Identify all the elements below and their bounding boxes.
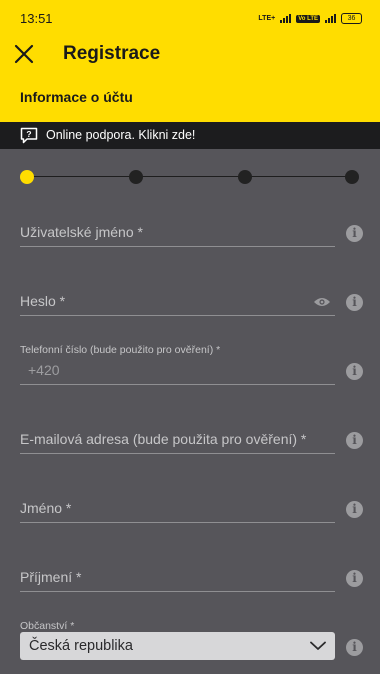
page-title: Registrace [63,43,161,64]
step-2-dot [129,170,143,184]
first-name-info-icon[interactable]: i [346,501,363,518]
signal-icon [280,14,292,23]
step-4-dot [345,170,359,184]
last-name-label: Příjmení * [20,569,82,585]
battery-icon: 36 [341,13,362,24]
app-header: Registrace Informace o účtu [0,36,380,122]
svg-text:?: ? [26,129,31,139]
network-type: LTE+ [258,15,276,22]
online-support-banner[interactable]: ? Online podpora. Klikni zde! [0,122,380,149]
username-label: Uživatelské jméno * [20,224,143,240]
citizenship-info-icon[interactable]: i [346,639,363,656]
password-label: Heslo * [20,293,66,309]
username-field[interactable]: Uživatelské jméno * [20,206,335,247]
eye-icon[interactable] [313,296,331,308]
step-1-dot [20,170,34,184]
help-chat-icon: ? [20,127,38,144]
section-title: Informace o účtu [20,89,133,105]
first-name-label: Jméno * [20,500,72,516]
step-3-dot [238,170,252,184]
password-info-icon[interactable]: i [346,294,363,311]
status-time: 13:51 [20,11,53,26]
volte-badge: Vo LTE [296,14,320,23]
phone-prefix-value: +420 [28,362,60,378]
citizenship-label: Občanství * [20,620,75,632]
citizenship-value: Česká republika [29,638,133,654]
online-support-link: Online podpora. Klikni zde! [46,128,196,142]
email-label: E-mailová adresa (bude použita pro ověře… [20,431,307,447]
registration-stepper [20,169,362,185]
signal-icon-2 [325,14,336,23]
phone-field[interactable]: Telefonní číslo (bude použito pro ověřen… [20,344,335,385]
username-info-icon[interactable]: i [346,225,363,242]
email-field[interactable]: E-mailová adresa (bude použita pro ověře… [20,413,335,454]
last-name-field[interactable]: Příjmení * [20,551,335,592]
citizenship-select[interactable]: Česká republika [20,632,335,660]
first-name-field[interactable]: Jméno * [20,482,335,523]
chevron-down-icon [310,641,326,650]
phone-label: Telefonní číslo (bude použito pro ověřen… [20,344,221,356]
status-indicators: LTE+ Vo LTE 36 [258,13,362,24]
battery-level: 36 [347,15,356,22]
password-field[interactable]: Heslo * [20,275,335,316]
stepper-line [27,176,355,177]
status-bar: 13:51 LTE+ Vo LTE 36 [0,0,380,36]
email-info-icon[interactable]: i [346,432,363,449]
registration-screen: 13:51 LTE+ Vo LTE 36 Registrace Informac… [0,0,380,674]
phone-info-icon[interactable]: i [346,363,363,380]
last-name-info-icon[interactable]: i [346,570,363,587]
close-icon[interactable] [12,42,36,66]
